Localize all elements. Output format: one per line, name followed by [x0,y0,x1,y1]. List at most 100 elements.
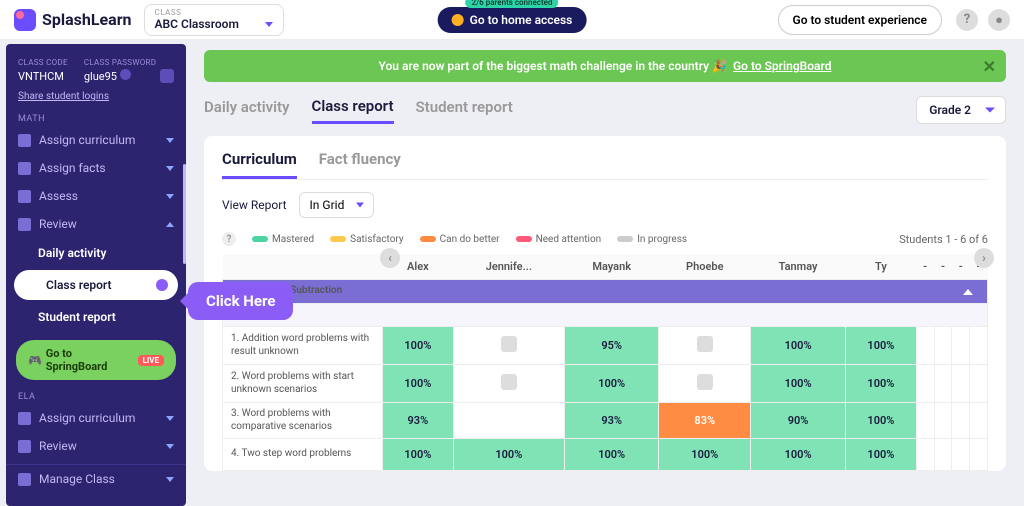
chevron-down-icon [166,166,174,171]
banner-link[interactable]: Go to SpringBoard [733,59,831,73]
sidebar-item-label: Assign curriculum [39,133,135,147]
cell-empty [970,403,988,439]
sidebar-item-review[interactable]: Review [6,210,186,238]
view-report-label: View Report [222,198,287,212]
sidebar-item-assign-curriculum[interactable]: Assign curriculum [6,126,186,154]
curriculum-icon [18,412,31,425]
table-row: 1. Addition word problems with result un… [223,327,988,365]
copy-icon[interactable] [160,69,174,83]
student-header: Phoebe [659,254,751,280]
legend-label: Satisfactory [350,234,403,245]
table-row: 4. Two step word problems100%100%100%100… [223,439,988,471]
home-access-label: Go to home access [470,13,573,27]
lock-icon [501,374,517,390]
info-icon[interactable] [120,69,131,80]
prev-students-button[interactable]: ‹ [380,248,400,268]
cell-empty [453,403,564,439]
chevron-down-icon [265,22,273,27]
row-label: 4. Two step word problems [223,439,383,471]
cell-score: 83% [659,403,751,439]
cell-score: 90% [751,403,846,439]
alert-icon [452,14,464,26]
student-header: Mayank [564,254,658,280]
tab-fact-fluency[interactable]: Fact fluency [319,150,401,179]
row-label: 2. Word problems with start unknown scen… [223,365,383,403]
home-access-button[interactable]: 2/6 parents connected Go to home access [438,7,587,33]
springboard-button[interactable]: 🎮 Go to SpringBoardLIVE [16,340,176,380]
legend-label: Mastered [272,234,314,245]
sidebar-item-label: Assign curriculum [39,411,135,425]
sidebar-sub-student-report[interactable]: Student report [6,302,186,332]
chevron-down-icon [166,477,174,482]
chevron-down-icon [166,194,174,199]
legend-label: Need attention [536,234,602,245]
row-label: 3. Word problems with comparative scenar… [223,403,383,439]
table-row: 2. Word problems with start unknown scen… [223,365,988,403]
profile-icon[interactable]: ● [988,9,1010,31]
cell-empty [934,403,952,439]
class-pw-label: CLASS PASSWORD [84,58,157,67]
help-icon[interactable]: ? [222,232,236,246]
cell-score: 100% [751,365,846,403]
tab-class-report[interactable]: Class report [312,97,394,124]
sidebar-item-manage-class[interactable]: Manage Class [6,464,186,493]
curriculum-icon [18,134,31,147]
sidebar-item-assign-facts[interactable]: Assign facts [6,154,186,182]
cell-empty [916,439,934,471]
cell-empty [916,327,934,365]
parents-connected-tag: 2/6 parents connected [466,0,559,8]
chevron-down-icon [166,444,174,449]
sidebar-item-ela-review[interactable]: Review [6,432,186,460]
student-experience-button[interactable]: Go to student experience [778,5,942,35]
next-students-button[interactable]: › [974,248,994,268]
sidebar-sub-class-report[interactable]: Class report [14,270,178,300]
class-selector-label: CLASS [155,8,273,17]
review-icon [18,440,31,453]
grade-selector[interactable]: Grade 2 [916,96,1006,124]
sidebar-item-assess[interactable]: Assess [6,182,186,210]
student-header: Jennife... [453,254,564,280]
cell-score: 100% [659,439,751,471]
cell-locked [659,365,751,403]
close-icon[interactable]: ✕ [983,57,996,76]
cell-score: 100% [453,439,564,471]
cell-score: 100% [846,439,917,471]
tab-daily-activity[interactable]: Daily activity [204,98,290,122]
cell-empty [934,327,952,365]
view-report-select[interactable]: In Grid [299,192,374,218]
sidebar-item-ela-curriculum[interactable]: Assign curriculum [6,404,186,432]
legend-dot-better [420,236,436,242]
gear-icon [18,473,31,486]
cell-score: 93% [564,403,658,439]
tab-student-report[interactable]: Student report [416,98,513,122]
tab-curriculum[interactable]: Curriculum [222,150,297,179]
legend-label: Can do better [440,234,500,245]
lock-icon [501,336,517,352]
lock-icon [697,374,713,390]
section-header[interactable]: Addition and Subtraction [223,280,988,304]
share-logins-link[interactable]: Share student logins [6,85,186,110]
cell-empty [952,403,970,439]
cell-score: 93% [383,403,454,439]
sidebar-item-label: Review [39,439,77,453]
cell-empty [970,439,988,471]
cell-score: 100% [751,439,846,471]
facts-icon [18,162,31,175]
cell-score: 100% [751,327,846,365]
logo[interactable]: SplashLearn [14,9,132,31]
table-row: 3. Word problems with comparative scenar… [223,403,988,439]
section-math: MATH [6,110,186,126]
class-selector[interactable]: CLASS ABC Classroom [144,4,284,36]
live-tag: LIVE [138,355,164,366]
legend-dot-progress [617,236,633,242]
cell-score: 100% [846,365,917,403]
scrollbar[interactable] [183,164,186,264]
lock-icon [697,336,713,352]
sidebar-item-label: Assess [39,189,78,203]
legend-dot-mastered [252,236,268,242]
help-icon[interactable]: ? [956,9,978,31]
cell-score: 100% [846,403,917,439]
sidebar-sub-daily-activity[interactable]: Daily activity [6,238,186,268]
banner-text: You are now part of the biggest math cha… [379,59,727,73]
cell-locked [453,365,564,403]
